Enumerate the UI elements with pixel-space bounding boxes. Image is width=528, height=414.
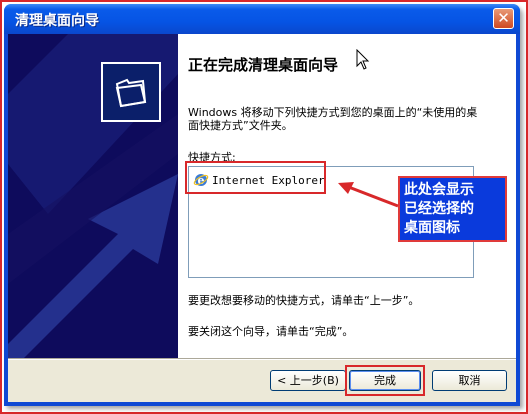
folder-icon: [101, 62, 161, 122]
wizard-window: 清理桌面向导 ✕ 正在完成清理桌面向导 Windows 将移动下列快捷方式到您的…: [4, 4, 520, 406]
back-button[interactable]: < 上一步(B): [270, 370, 346, 391]
back-instruction: 要更改想要移动的快捷方式，请单击“上一步”。: [188, 294, 420, 307]
description-text: Windows 将移动下列快捷方式到您的桌面上的“未使用的桌面快捷方式”文件夹。: [188, 106, 478, 132]
highlight-finish: [345, 365, 425, 396]
callout-line: 已经选择的: [404, 201, 474, 217]
mouse-cursor-icon: [356, 49, 370, 70]
callout-line: 桌面图标: [404, 220, 460, 236]
cancel-button[interactable]: 取消: [432, 370, 507, 391]
title-bar[interactable]: 清理桌面向导 ✕: [4, 4, 520, 34]
wizard-content: 正在完成清理桌面向导 Windows 将移动下列快捷方式到您的桌面上的“未使用的…: [178, 34, 516, 358]
separator: [8, 358, 516, 360]
annotation-callout: 此处会显示 已经选择的 桌面图标: [398, 176, 507, 242]
callout-line: 此处会显示: [404, 182, 474, 198]
wizard-side-panel: [8, 34, 178, 358]
close-icon: ✕: [497, 9, 510, 27]
wizard-body: 正在完成清理桌面向导 Windows 将移动下列快捷方式到您的桌面上的“未使用的…: [8, 34, 516, 402]
finish-instruction: 要关闭这个向导，请单击“完成”。: [188, 325, 354, 338]
highlight-shortcut: [185, 161, 326, 194]
close-button[interactable]: ✕: [493, 8, 514, 29]
page-title: 正在完成清理桌面向导: [188, 56, 339, 74]
window-title: 清理桌面向导: [15, 13, 99, 29]
